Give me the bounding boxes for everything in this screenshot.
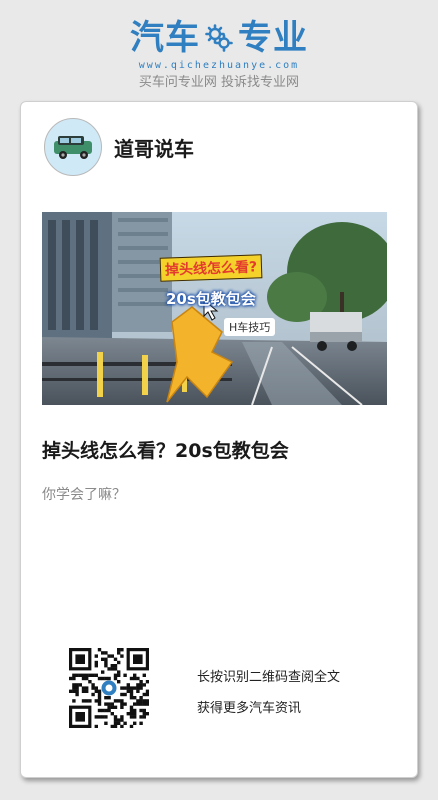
cover-overlay-chip: H车技巧 (224, 318, 276, 336)
brand-logo: 汽车 专业 (0, 18, 438, 58)
qr-caption-line-1: 长按识别二维码查阅全文 (197, 670, 341, 685)
author-name[interactable]: 道哥说车 (114, 133, 194, 162)
qr-code[interactable] (69, 648, 150, 729)
gears-icon (205, 24, 233, 52)
qr-caption: 长按识别二维码查阅全文 获得更多汽车资讯 (197, 662, 340, 724)
article-card[interactable]: 道哥说车 掉头线怎么看? 20s包教包会 H车技巧 掉头线怎么看？20s包教包会… (20, 101, 418, 778)
cover-overlay-subtitle: 20s包教包会 (166, 290, 256, 308)
article-description: 你学会了嘛？ (42, 487, 126, 503)
article-cover-image[interactable]: 掉头线怎么看? 20s包教包会 H车技巧 (42, 212, 387, 405)
cover-overlay-title: 掉头线怎么看? (159, 254, 263, 282)
brand-header: 汽车 专业 www.qichezhuanye.com 买车问专业网 投诉找专业网 (0, 18, 438, 92)
article-title[interactable]: 掉头线怎么看？20s包教包会 (42, 438, 398, 464)
logo-left-text: 汽车 (130, 18, 200, 58)
qr-caption-line-2: 获得更多汽车资讯 (197, 701, 302, 716)
author-row[interactable]: 道哥说车 (44, 118, 194, 176)
brand-slogan: 买车问专业网 投诉找专业网 (138, 75, 300, 90)
logo-right-text: 专业 (238, 18, 308, 58)
brand-domain: www.qichezhuanye.com (138, 60, 300, 71)
car-avatar-icon (54, 136, 92, 159)
qr-code-icon (69, 648, 150, 729)
author-avatar[interactable] (44, 118, 102, 176)
